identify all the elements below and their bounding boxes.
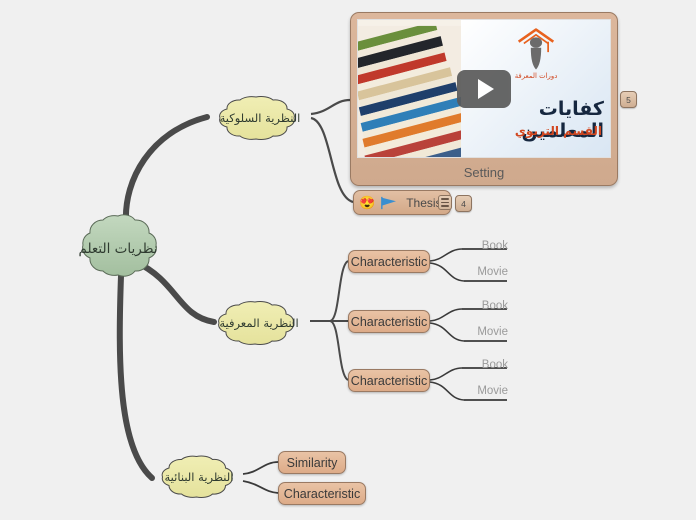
video-badge-count[interactable]: 5 (620, 91, 637, 108)
play-button-icon[interactable] (457, 69, 511, 108)
video-caption: Setting (463, 164, 505, 180)
leaf-book-1[interactable]: Book (468, 240, 508, 252)
characteristic-node-4-label: Characteristic (283, 486, 361, 501)
thesis-badge-count[interactable]: 4 (455, 195, 472, 212)
branch-node-constructivist[interactable]: النظرية البنائية (148, 452, 250, 502)
books-image (358, 20, 462, 157)
graduation-cap-logo-icon: دورات المعرفة (514, 28, 557, 80)
branch-label-behavioral: النظرية السلوكية (219, 110, 301, 125)
blue-flag-icon (381, 196, 397, 209)
leaf-movie-3[interactable]: Movie (468, 385, 508, 397)
leaf-book-2[interactable]: Book (468, 300, 508, 312)
video-thumbnail[interactable]: دورات المعرفة كفايات المعلمين القسم التر… (357, 19, 611, 158)
heart-eyes-emoji-icon: 😍 (359, 195, 376, 210)
similarity-node-label: Similarity (286, 455, 338, 470)
branch-label-constructivist: النظرية البنائية (164, 469, 234, 484)
mindmap-canvas: نظريات التعلم النظرية السلوكية النظرية ا… (0, 0, 696, 520)
root-node[interactable]: نظريات التعلم (68, 210, 168, 288)
characteristic-node-4[interactable]: Characteristic (278, 482, 366, 505)
characteristic-node-3[interactable]: Characteristic (348, 369, 430, 392)
slide-subtitle: القسم التربوي (514, 124, 602, 138)
leaf-movie-1[interactable]: Movie (468, 266, 508, 278)
leaf-book-3[interactable]: Book (468, 359, 508, 371)
leaf-movie-2[interactable]: Movie (468, 326, 508, 338)
root-node-label: نظريات التعلم (78, 240, 158, 257)
characteristic-node-3-label: Characteristic (350, 373, 428, 388)
logo-text: دورات المعرفة (514, 72, 557, 80)
characteristic-node-2-label: Characteristic (350, 314, 428, 329)
similarity-node[interactable]: Similarity (278, 451, 346, 474)
thesis-node-label: Thesis (406, 195, 442, 210)
branch-node-cognitive[interactable]: النظرية المعرفية (204, 297, 314, 349)
characteristic-node-1-label: Characteristic (350, 254, 428, 269)
video-card-node[interactable]: دورات المعرفة كفايات المعلمين القسم التر… (350, 12, 618, 186)
characteristic-node-1[interactable]: Characteristic (348, 250, 430, 273)
branch-label-cognitive: النظرية المعرفية (219, 315, 299, 330)
notes-icon[interactable] (438, 195, 452, 210)
thesis-node[interactable]: 😍 Thesis (353, 190, 451, 215)
branch-node-behavioral[interactable]: النظرية السلوكية (205, 92, 315, 144)
characteristic-node-2[interactable]: Characteristic (348, 310, 430, 333)
